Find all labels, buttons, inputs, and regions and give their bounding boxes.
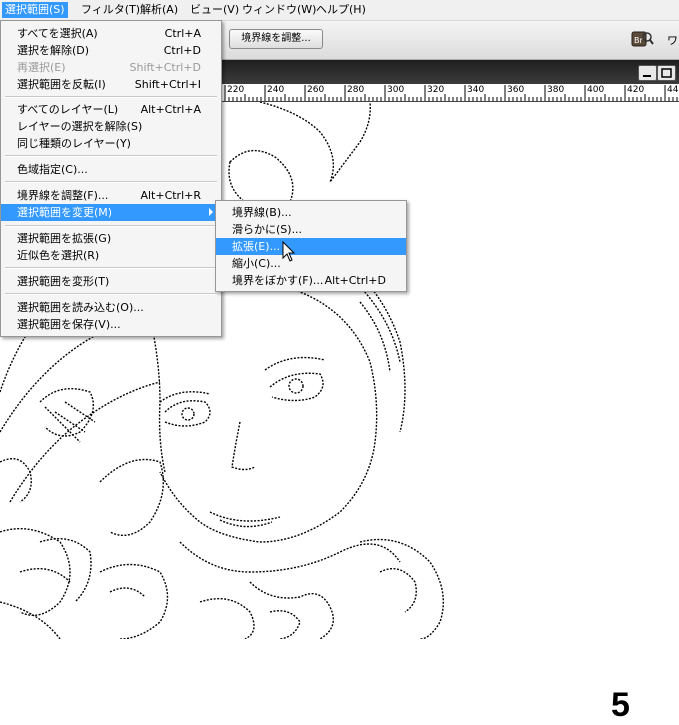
menu-item-deselect-layers[interactable]: レイヤーの選択を解除(S) [1, 118, 221, 135]
menu-analysis[interactable]: 解析(A) [137, 2, 181, 18]
step-number: 5 [611, 686, 630, 724]
minimize-icon [643, 75, 651, 77]
ruler-label: 360 [507, 85, 525, 95]
menu-separator [5, 225, 217, 227]
menu-filter[interactable]: フィルタ(T) [78, 2, 143, 18]
ruler-label: 260 [307, 85, 325, 95]
menu-separator [5, 155, 217, 157]
mouse-cursor-icon [282, 241, 296, 262]
menu-item-refine-edge[interactable]: 境界線を調整(F)... Alt+Ctrl+R [1, 187, 221, 204]
menu-item-grow[interactable]: 選択範囲を拡張(G) [1, 230, 221, 247]
menu-bar: 選択範囲(S) フィルタ(T) 解析(A) ビュー(V) ウィンドウ(W) ヘル… [0, 0, 679, 21]
ruler-label: 400 [587, 85, 605, 95]
menu-select[interactable]: 選択範囲(S) [2, 2, 68, 18]
menu-item-all-layers[interactable]: すべてのレイヤー(L) Alt+Ctrl+A [1, 101, 221, 118]
submenu-arrow-icon [209, 208, 213, 216]
workspace-switcher[interactable]: ワ [667, 32, 678, 48]
menu-item-similar-layers[interactable]: 同じ種類のレイヤー(Y) [1, 135, 221, 152]
submenu-item-smooth[interactable]: 滑らかに(S)... [216, 221, 406, 238]
ruler-label: 440 [667, 85, 679, 95]
ruler-label: 320 [427, 85, 445, 95]
submenu-item-contract[interactable]: 縮小(C)... [216, 255, 406, 272]
ruler-label: 340 [467, 85, 485, 95]
menu-item-modify[interactable]: 選択範囲を変更(M) [1, 204, 221, 221]
menu-item-inverse[interactable]: 選択範囲を反転(I) Shift+Ctrl+I [1, 76, 221, 93]
ruler-label: 420 [627, 85, 645, 95]
ruler-label: 380 [547, 85, 565, 95]
menu-item-reselect[interactable]: 再選択(E) Shift+Ctrl+D [1, 59, 221, 76]
select-menu-dropdown: すべてを選択(A) Ctrl+A 選択を解除(D) Ctrl+D 再選択(E) Shi… [0, 20, 222, 337]
maximize-button[interactable] [657, 65, 676, 81]
submenu-item-expand[interactable]: 拡張(E)... [216, 238, 406, 255]
ruler-label: 300 [387, 85, 405, 95]
submenu-item-border[interactable]: 境界線(B)... [216, 204, 406, 221]
bridge-button[interactable]: Br [630, 28, 654, 50]
refine-edge-button[interactable]: 境界線を調整... [229, 29, 323, 49]
menu-separator [5, 181, 217, 183]
menu-item-deselect[interactable]: 選択を解除(D) Ctrl+D [1, 42, 221, 59]
menu-view[interactable]: ビュー(V) [187, 2, 242, 18]
ruler-label: 280 [347, 85, 365, 95]
menu-separator [5, 293, 217, 295]
menu-separator [5, 96, 217, 98]
menu-separator [5, 267, 217, 269]
menu-item-select-all[interactable]: すべてを選択(A) Ctrl+A [1, 25, 221, 42]
modify-submenu: 境界線(B)... 滑らかに(S)... 拡張(E)... 縮小(C)... 境… [215, 200, 407, 292]
submenu-item-feather[interactable]: 境界をぼかす(F)... Alt+Ctrl+D [216, 272, 406, 289]
maximize-icon [661, 68, 672, 78]
bridge-icon-label: Br [634, 36, 643, 45]
minimize-button[interactable] [638, 65, 657, 81]
menu-item-similar[interactable]: 近似色を選択(R) [1, 247, 221, 264]
ruler-label: 240 [267, 85, 285, 95]
bridge-icon: Br [631, 31, 654, 47]
menu-item-load-selection[interactable]: 選択範囲を読み込む(O)... [1, 299, 221, 316]
menu-item-color-range[interactable]: 色域指定(C)... [1, 161, 221, 178]
menu-help[interactable]: ヘルプ(H) [313, 2, 369, 18]
menu-item-save-selection[interactable]: 選択範囲を保存(V)... [1, 316, 221, 333]
ruler-label: 220 [227, 85, 245, 95]
menu-item-transform-selection[interactable]: 選択範囲を変形(T) [1, 273, 221, 290]
menu-window[interactable]: ウィンドウ(W) [239, 2, 319, 18]
